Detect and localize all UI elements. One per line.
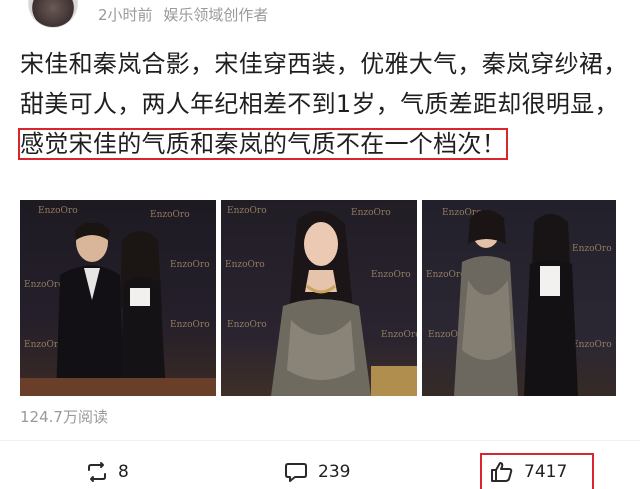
repost-count: 8 (118, 462, 129, 482)
photo-figure (271, 210, 417, 396)
like-count: 7417 (524, 462, 568, 482)
post-meta: 2小时前 娱乐领域创作者 (98, 4, 274, 25)
avatar[interactable] (28, 0, 78, 28)
photo-grid: EnzoOro EnzoOro EnzoOro EnzoOro EnzoOro … (20, 200, 616, 396)
photo-3[interactable]: EnzoOro EnzoOro EnzoOro EnzoOro EnzoOro (422, 200, 616, 396)
action-bar: 8 239 7417 (0, 453, 640, 489)
comment-button[interactable]: 239 (284, 455, 350, 489)
photo-figures (20, 222, 216, 396)
post-text-highlight: 感觉宋佳的气质和秦岚的气质不在一个档次！ (18, 128, 508, 160)
comment-icon (285, 463, 307, 482)
divider (0, 440, 640, 441)
post-text-main: 宋佳和秦岚合影，宋佳穿西装，优雅大气，秦岚穿纱裙，甜美可人，两人年纪相差不到1岁… (20, 50, 628, 118)
post-body: 宋佳和秦岚合影，宋佳穿西装，优雅大气，秦岚穿纱裙，甜美可人，两人年纪相差不到1岁… (18, 44, 630, 164)
post-time: 2小时前 (98, 6, 153, 24)
photo-figures (454, 210, 578, 396)
photo-1[interactable]: EnzoOro EnzoOro EnzoOro EnzoOro EnzoOro … (20, 200, 216, 396)
read-count: 124.7万阅读 (20, 408, 108, 426)
repost-button[interactable]: 8 (86, 455, 129, 489)
repost-icon (88, 462, 106, 482)
comment-count: 239 (318, 462, 351, 482)
author-tag: 娱乐领域创作者 (163, 6, 269, 24)
like-button[interactable]: 7417 (480, 453, 594, 489)
post-header: 2小时前 娱乐领域创作者 (0, 0, 640, 30)
thumbs-up-icon (491, 462, 513, 482)
photo-2[interactable]: EnzoOro EnzoOro EnzoOro EnzoOro EnzoOro … (221, 200, 417, 396)
